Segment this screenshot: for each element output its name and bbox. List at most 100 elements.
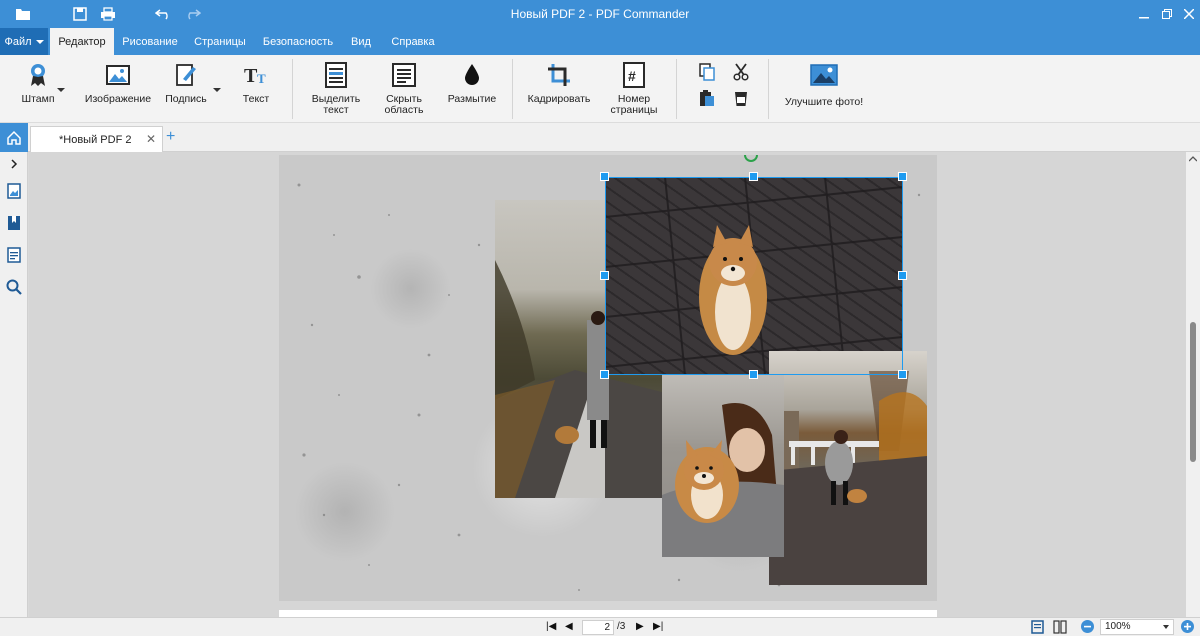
- signature-icon: [172, 61, 200, 89]
- ribbon-separator: [292, 59, 293, 119]
- photo-street-run[interactable]: [769, 351, 927, 585]
- file-menu-label: Файл: [4, 35, 32, 48]
- last-page-icon[interactable]: ▶|: [653, 621, 663, 632]
- highlight-text-button[interactable]: Выделить текст: [305, 61, 367, 119]
- zoom-in-icon[interactable]: [1180, 619, 1195, 636]
- next-page-icon[interactable]: ▶: [636, 621, 644, 632]
- ribbon-toolbar: Штамп Изображение Подпись TT Текст Выдел…: [0, 55, 1200, 123]
- zoom-value: 100%: [1105, 621, 1131, 632]
- zoom-select[interactable]: 100%: [1100, 619, 1174, 635]
- hide-area-label: Скрыть область: [384, 93, 424, 116]
- hide-area-icon: [390, 61, 418, 89]
- scroll-up-icon[interactable]: [1189, 156, 1197, 162]
- hide-area-button[interactable]: Скрыть область: [376, 61, 432, 119]
- chevron-down-icon: [1163, 625, 1169, 629]
- search-icon[interactable]: [5, 278, 23, 296]
- chevron-down-icon[interactable]: [213, 88, 221, 92]
- resize-handle-top-left[interactable]: [600, 172, 609, 181]
- svg-text:T: T: [257, 71, 266, 86]
- home-button[interactable]: [0, 123, 28, 152]
- single-page-view-icon[interactable]: [1031, 620, 1044, 636]
- resize-handle-bottom-right[interactable]: [898, 370, 907, 379]
- tab-drawing[interactable]: Рисование: [118, 28, 182, 55]
- file-menu-button[interactable]: Файл: [0, 28, 48, 55]
- resize-handle-top[interactable]: [749, 172, 758, 181]
- scrollbar-thumb[interactable]: [1190, 322, 1196, 462]
- photo-girl-hug[interactable]: [662, 375, 784, 557]
- signature-button[interactable]: Подпись: [160, 61, 212, 119]
- prev-page-icon[interactable]: ◀: [565, 621, 573, 632]
- tab-editor[interactable]: Редактор: [50, 28, 114, 55]
- bookmarks-icon[interactable]: [5, 214, 23, 232]
- copy-icon[interactable]: [697, 62, 717, 82]
- text-button[interactable]: TT Текст: [234, 61, 278, 119]
- title-bar: Новый PDF 2 - PDF Commander: [0, 0, 1200, 28]
- page-number-button[interactable]: # Номер страницы: [604, 61, 664, 119]
- notes-icon[interactable]: [5, 246, 23, 264]
- page-total: /3: [617, 621, 626, 632]
- chevron-down-icon[interactable]: [57, 88, 65, 92]
- window-title: Новый PDF 2 - PDF Commander: [510, 7, 690, 21]
- page-number-icon: #: [620, 61, 648, 89]
- close-tab-icon[interactable]: ✕: [146, 132, 156, 146]
- restore-icon[interactable]: [1158, 5, 1176, 23]
- svg-text:T: T: [244, 65, 258, 86]
- enhance-photo-icon: [810, 61, 838, 89]
- two-page-view-icon[interactable]: [1053, 620, 1067, 636]
- crop-label: Кадрировать: [527, 93, 591, 105]
- blur-label: Размытие: [447, 93, 497, 105]
- zoom-out-icon[interactable]: [1080, 619, 1095, 636]
- first-page-icon[interactable]: |◀: [546, 621, 556, 632]
- stamp-label: Штамп: [21, 93, 55, 105]
- vertical-scrollbar[interactable]: [1186, 152, 1200, 617]
- crop-icon: [545, 61, 573, 89]
- expand-sidebar-icon[interactable]: [5, 155, 23, 173]
- resize-handle-bottom-left[interactable]: [600, 370, 609, 379]
- blur-drop-icon: [458, 61, 486, 89]
- stamp-icon: [24, 61, 52, 89]
- tab-view[interactable]: Вид: [346, 28, 376, 55]
- enhance-photo-label: Улучшите фото!: [784, 96, 864, 108]
- home-icon: [7, 130, 21, 145]
- document-tab[interactable]: *Новый PDF 2 ✕: [30, 126, 163, 152]
- delete-icon[interactable]: [731, 88, 751, 108]
- status-bar: |◀ ◀ 2 /3 ▶ ▶| 100%: [0, 617, 1200, 636]
- text-label: Текст: [242, 93, 270, 105]
- left-sidebar: [0, 152, 28, 636]
- crop-button[interactable]: Кадрировать: [525, 61, 593, 119]
- tab-help[interactable]: Справка: [386, 28, 440, 55]
- ribbon-separator: [676, 59, 677, 119]
- chevron-down-icon: [35, 39, 44, 44]
- ribbon-separator: [512, 59, 513, 119]
- stamp-button[interactable]: Штамп: [14, 61, 62, 119]
- tab-pages[interactable]: Страницы: [190, 28, 250, 55]
- enhance-photo-button[interactable]: Улучшите фото!: [780, 61, 868, 119]
- document-canvas[interactable]: [29, 152, 1186, 617]
- pdf-page[interactable]: [279, 155, 937, 601]
- resize-handle-left[interactable]: [600, 271, 609, 280]
- document-tab-name: *Новый PDF 2: [59, 134, 132, 146]
- resize-handle-top-right[interactable]: [898, 172, 907, 181]
- minimize-icon[interactable]: [1135, 5, 1153, 23]
- image-icon: [104, 61, 132, 89]
- svg-text:#: #: [628, 68, 636, 84]
- menu-bar: Файл Редактор Рисование Страницы Безопас…: [0, 28, 1200, 55]
- page-number-label: Номер страницы: [610, 93, 658, 116]
- resize-handle-bottom[interactable]: [749, 370, 758, 379]
- ribbon-separator: [768, 59, 769, 119]
- blur-button[interactable]: Размытие: [443, 61, 501, 119]
- tab-security[interactable]: Безопасность: [258, 28, 338, 55]
- cut-icon[interactable]: [731, 62, 751, 82]
- resize-handle-right[interactable]: [898, 271, 907, 280]
- highlight-text-label: Выделить текст: [311, 93, 361, 116]
- image-button[interactable]: Изображение: [82, 61, 154, 119]
- next-pdf-page[interactable]: [279, 610, 937, 617]
- add-tab-icon[interactable]: +: [166, 128, 175, 146]
- rotate-handle-icon[interactable]: [743, 155, 759, 165]
- text-icon: TT: [242, 61, 270, 89]
- document-tab-bar: *Новый PDF 2 ✕ +: [0, 123, 1200, 152]
- page-thumbnails-icon[interactable]: [5, 182, 23, 200]
- page-number-input[interactable]: 2: [582, 620, 614, 635]
- paste-icon[interactable]: [697, 88, 717, 108]
- close-icon[interactable]: [1180, 5, 1198, 23]
